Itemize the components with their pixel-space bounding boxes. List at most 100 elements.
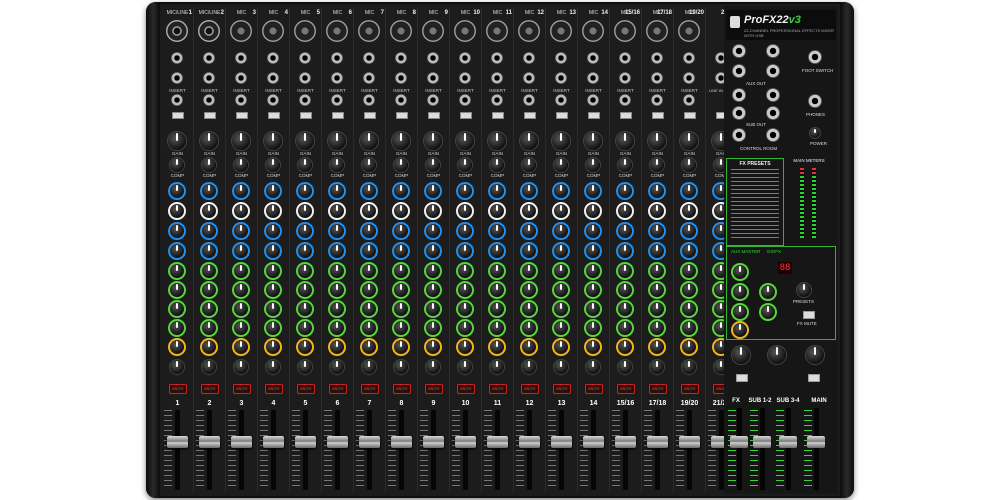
comp-knob[interactable] [362,158,376,172]
hi-z-button[interactable] [588,112,600,119]
channel-fader[interactable] [295,436,316,448]
aux-send-knob[interactable] [328,300,346,318]
aux-send-knob[interactable] [392,281,410,299]
pan-knob[interactable] [554,360,568,374]
insert-jack[interactable] [203,94,215,106]
gain-knob[interactable] [296,132,314,150]
eq-knob[interactable] [552,182,570,200]
aux-send-knob[interactable] [648,262,666,280]
eq-knob[interactable] [680,222,698,240]
aux-send-knob[interactable] [360,319,378,337]
line-input-jack[interactable] [235,52,247,64]
aux-send-knob[interactable] [168,300,186,318]
control-room-level-knob[interactable] [806,346,824,364]
aux-send-knob[interactable] [456,300,474,318]
xlr-input-jack[interactable] [582,20,604,42]
aux-send-knob[interactable] [552,300,570,318]
gain-knob[interactable] [328,132,346,150]
eq-knob[interactable] [552,242,570,260]
gain-knob[interactable] [360,132,378,150]
eq-knob[interactable] [328,202,346,220]
gain-knob[interactable] [520,132,538,150]
comp-knob[interactable] [298,158,312,172]
eq-knob[interactable] [392,182,410,200]
pan-knob[interactable] [522,360,536,374]
aux-send-knob[interactable] [200,262,218,280]
line-input-jack-2[interactable] [299,72,311,84]
comp-knob[interactable] [682,158,696,172]
hi-z-button[interactable] [684,112,696,119]
aux-send-knob[interactable] [680,300,698,318]
insert-jack[interactable] [395,94,407,106]
aux-send-knob[interactable] [424,300,442,318]
gain-knob[interactable] [456,132,474,150]
mute-button[interactable]: MUTE [361,384,379,394]
presets-knob[interactable] [797,283,811,297]
aux-out-jack-1[interactable] [732,44,746,58]
pan-knob[interactable] [330,360,344,374]
aux-send-knob[interactable] [456,262,474,280]
eq-knob[interactable] [360,202,378,220]
sub-out-jack-2[interactable] [766,88,780,102]
aux-send-knob[interactable] [616,281,634,299]
line-input-jack-2[interactable] [523,72,535,84]
aux-send-knob[interactable] [584,300,602,318]
xlr-input-jack[interactable] [358,20,380,42]
mute-button[interactable]: MUTE [489,384,507,394]
aux-send-knob[interactable] [424,319,442,337]
insert-jack[interactable] [363,94,375,106]
insert-jack[interactable] [235,94,247,106]
aux-send-knob[interactable] [360,281,378,299]
xlr-input-jack[interactable] [262,20,284,42]
hi-z-button[interactable] [428,112,440,119]
pan-knob[interactable] [490,360,504,374]
eq-knob[interactable] [424,222,442,240]
aux-send-knob[interactable] [456,319,474,337]
insert-jack[interactable] [299,94,311,106]
eq-knob[interactable] [616,222,634,240]
main-mix-button[interactable] [808,374,820,382]
line-input-jack-2[interactable] [587,72,599,84]
hi-z-button[interactable] [236,112,248,119]
pan-knob[interactable] [298,360,312,374]
eq-knob[interactable] [168,182,186,200]
fx-send-knob[interactable] [168,338,186,356]
eq-knob[interactable] [168,222,186,240]
line-input-jack[interactable] [331,52,343,64]
eq-knob[interactable] [488,202,506,220]
pan-knob[interactable] [394,360,408,374]
eq-knob[interactable] [200,222,218,240]
xlr-input-jack[interactable] [646,20,668,42]
aux-send-knob[interactable] [264,262,282,280]
line-input-jack[interactable] [299,52,311,64]
aux-send-knob[interactable] [552,319,570,337]
xlr-input-jack[interactable] [390,20,412,42]
xlr-input-jack[interactable] [326,20,348,42]
xlr-input-jack[interactable] [198,20,220,42]
eq-knob[interactable] [232,182,250,200]
line-input-jack[interactable] [619,52,631,64]
fx-send-knob-2[interactable] [759,303,777,321]
aux-send-knob[interactable] [296,300,314,318]
aux-send-knob[interactable] [232,300,250,318]
eq-knob[interactable] [648,242,666,260]
aux-out-jack-2[interactable] [766,44,780,58]
insert-jack[interactable] [491,94,503,106]
gain-knob[interactable] [424,132,442,150]
channel-fader[interactable] [487,436,508,448]
aux-send-knob[interactable] [680,319,698,337]
aux-send-knob[interactable] [488,281,506,299]
channel-fader[interactable] [551,436,572,448]
aux-send-knob[interactable] [200,281,218,299]
aux-send-knob[interactable] [264,300,282,318]
comp-knob[interactable] [554,158,568,172]
channel-fader[interactable] [455,436,476,448]
insert-jack[interactable] [331,94,343,106]
aux-send-knob[interactable] [296,262,314,280]
fx-send-knob-1[interactable] [759,283,777,301]
aux-out-jack-3[interactable] [732,64,746,78]
eq-knob[interactable] [296,182,314,200]
insert-jack[interactable] [171,94,183,106]
eq-knob[interactable] [680,242,698,260]
mute-button[interactable]: MUTE [617,384,635,394]
